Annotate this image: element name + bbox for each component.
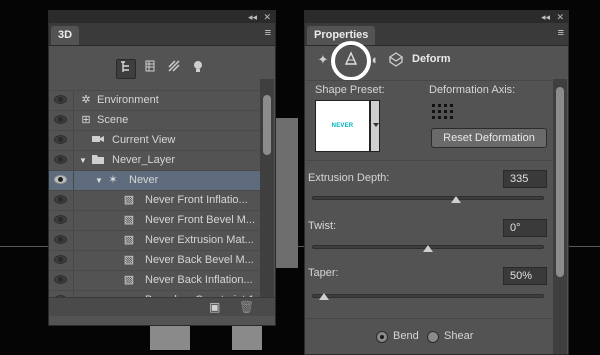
visibility-eye-icon[interactable] (54, 255, 67, 264)
slider-knob[interactable] (450, 196, 461, 203)
material-icon: ▧ (123, 274, 135, 286)
extrusion-depth-slider[interactable] (312, 196, 544, 200)
slider-knob[interactable] (318, 293, 329, 300)
visibility-eye-icon[interactable] (54, 135, 67, 144)
extrusion-depth-label: Extrusion Depth: (308, 172, 390, 184)
panel-menu-icon[interactable]: ≡ (558, 27, 564, 39)
mesh-icon: ✶ (108, 174, 118, 186)
delete-icon[interactable]: 🗑 (239, 300, 254, 314)
coordinates-icon[interactable] (387, 51, 405, 69)
collapse-icon[interactable]: ◂◂ (248, 11, 257, 23)
expand-triangle-icon[interactable]: ▼ (95, 171, 103, 190)
mesh-filter-icon[interactable] (140, 59, 160, 79)
scrollbar[interactable] (260, 79, 274, 297)
shear-label[interactable]: Shear (444, 330, 473, 342)
visibility-eye-icon[interactable] (54, 115, 67, 124)
list-item-label: Never Front Bevel M... (145, 214, 256, 226)
panel-3d-footer: ▣ 🗑 (49, 297, 275, 316)
list-item-label: Scene (97, 114, 129, 126)
visibility-eye-icon[interactable] (54, 195, 67, 204)
close-icon[interactable]: ✕ (263, 11, 271, 23)
panel-3d: ◂◂ ✕ 3D ≡ ✲ Environment ⊞ Scene Current … (48, 10, 276, 326)
folder-icon (91, 153, 105, 167)
visibility-eye-icon[interactable] (54, 155, 67, 164)
deformation-axis-label: Deformation Axis: (429, 84, 516, 96)
visibility-eye-icon[interactable] (54, 275, 67, 284)
list-item[interactable]: Current View (49, 130, 260, 150)
list-item[interactable]: ▧ Never Extrusion Mat... (49, 230, 260, 250)
taper-input[interactable]: 50% (503, 267, 547, 285)
divider (306, 80, 552, 81)
list-item[interactable]: ▧ Never Back Bevel M... (49, 250, 260, 270)
list-item[interactable]: ▧ Never Front Bevel M... (49, 210, 260, 230)
collapse-icon[interactable]: ◂◂ (541, 11, 550, 23)
light-filter-icon[interactable] (188, 59, 208, 79)
panel-3d-toolbar (49, 47, 275, 91)
panel-menu-icon[interactable]: ≡ (265, 27, 271, 39)
list-item-label: Never_Layer (112, 154, 175, 166)
list-item[interactable]: ▧ Never Front Inflatio... (49, 190, 260, 210)
shear-radio[interactable] (427, 331, 439, 343)
visibility-eye-icon[interactable] (54, 95, 67, 104)
list-item-label: Never Back Inflation... (145, 274, 253, 286)
scene-tree: ✲ Environment ⊞ Scene Current View ▼ Nev… (49, 90, 260, 310)
material-icon: ▧ (123, 234, 135, 246)
list-item[interactable]: ✲ Environment (49, 90, 260, 110)
material-icon: ▧ (123, 214, 135, 226)
material-icon: ▧ (123, 194, 135, 206)
scene-filter-icon[interactable] (116, 59, 136, 79)
extrusion-depth-input[interactable]: 335 (503, 170, 547, 188)
twist-label: Twist: (308, 220, 337, 232)
visibility-eye-icon[interactable] (54, 215, 67, 224)
taper-slider[interactable] (312, 294, 544, 298)
shape-preset-label: Shape Preset: (315, 84, 385, 96)
visibility-eye-icon[interactable] (54, 175, 67, 184)
close-icon[interactable]: ✕ (556, 11, 564, 23)
list-item-label: Current View (112, 134, 176, 146)
material-icon: ▧ (123, 254, 135, 266)
canvas-3d-text-fragment (276, 118, 298, 268)
slider-knob[interactable] (423, 245, 433, 252)
shape-preset-dropdown[interactable] (370, 100, 380, 152)
expand-triangle-icon[interactable]: ▼ (79, 151, 87, 170)
bend-radio[interactable] (376, 331, 388, 343)
list-item-label: Never (129, 174, 159, 186)
tab-3d[interactable]: 3D (51, 26, 80, 45)
environment-icon: ✲ (81, 94, 91, 106)
twist-input[interactable]: 0° (503, 219, 547, 237)
list-item[interactable]: ▼ Never_Layer (49, 150, 260, 170)
list-item-label: Never Extrusion Mat... (145, 234, 254, 246)
camera-icon (91, 133, 105, 147)
material-filter-icon[interactable] (164, 59, 184, 79)
deformation-axis-grid-icon[interactable] (432, 104, 454, 122)
reset-deformation-button[interactable]: Reset Deformation (431, 128, 547, 148)
section-title: Deform (412, 53, 451, 65)
panel-3d-tabrow: 3D ≡ (49, 23, 275, 46)
new-object-icon[interactable]: ▣ (209, 300, 220, 314)
list-item-label: Never Back Bevel M... (145, 254, 254, 266)
scrollbar-thumb[interactable] (556, 87, 564, 277)
taper-label: Taper: (308, 267, 339, 279)
list-item-label: Never Front Inflatio... (145, 194, 248, 206)
divider (306, 318, 552, 319)
visibility-eye-icon[interactable] (54, 235, 67, 244)
scene-icon: ⊞ (81, 114, 91, 126)
list-item[interactable]: ▧ Never Back Inflation... (49, 270, 260, 290)
shape-preset-thumbnail[interactable]: NEVER (315, 100, 370, 152)
divider (306, 160, 552, 161)
list-item-label: Environment (97, 94, 159, 106)
mesh-properties-icon[interactable]: ✦ (314, 51, 332, 69)
bend-label[interactable]: Bend (393, 330, 419, 342)
list-item[interactable]: ⊞ Scene (49, 110, 260, 130)
scrollbar[interactable] (553, 79, 567, 354)
list-item[interactable]: ▼ ✶ Never (49, 170, 260, 190)
highlight-circle (331, 41, 371, 81)
scrollbar-thumb[interactable] (263, 95, 271, 155)
